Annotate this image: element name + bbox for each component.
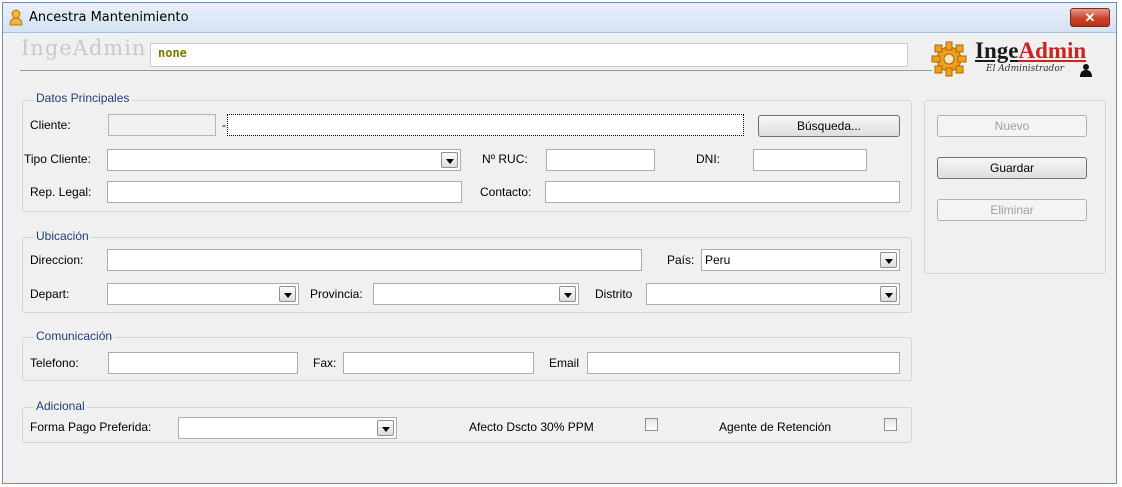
title-bar[interactable]: Ancestra Mantenimiento ✕ [3, 3, 1116, 33]
logo: IngeAdmin [975, 38, 1086, 64]
depart-dropdown[interactable] [107, 283, 299, 305]
fax-field[interactable] [343, 352, 534, 374]
window-title: Ancestra Mantenimiento [29, 10, 189, 25]
email-label: Email [549, 356, 580, 370]
contacto-field[interactable] [545, 181, 900, 203]
forma-pago-dropdown[interactable] [178, 417, 397, 439]
telefono-field[interactable] [108, 352, 298, 374]
distrito-dropdown[interactable] [646, 283, 900, 305]
user-display-field [150, 43, 908, 67]
ruc-label: Nº RUC: [482, 152, 528, 166]
guardar-button[interactable]: Guardar [937, 157, 1087, 179]
pais-value: Peru [705, 253, 731, 267]
comunicacion-legend: Comunicación [34, 329, 115, 343]
cliente-name-field[interactable] [227, 114, 744, 136]
agente-retencion-checkbox[interactable] [884, 418, 897, 431]
telefono-label: Telefono: [30, 356, 79, 370]
chevron-down-icon[interactable] [559, 286, 576, 302]
chevron-down-icon[interactable] [377, 420, 394, 436]
nuevo-button[interactable]: Nuevo [937, 115, 1087, 137]
datos-principales-legend: Datos Principales [34, 91, 132, 105]
contacto-label: Contacto: [480, 185, 532, 199]
agente-label: Agente de Retención [719, 420, 832, 434]
pais-dropdown[interactable]: Peru [701, 249, 900, 271]
provincia-dropdown[interactable] [373, 283, 579, 305]
chevron-down-icon[interactable] [441, 152, 458, 168]
brand-watermark: IngeAdmin [21, 36, 147, 60]
dni-field[interactable] [753, 149, 867, 171]
eliminar-button[interactable]: Eliminar [937, 199, 1087, 221]
dni-label: DNI: [696, 152, 720, 166]
busqueda-button[interactable]: Búsqueda... [758, 115, 900, 137]
cliente-code-field [108, 114, 216, 136]
direccion-field[interactable] [107, 249, 642, 271]
logo-part2: Admin [1018, 38, 1087, 63]
afecto-checkbox[interactable] [645, 418, 658, 431]
logo-subtitle: El Administrador [986, 64, 1065, 74]
user-value: none [158, 46, 187, 60]
forma-pago-label: Forma Pago Preferida: [30, 420, 152, 434]
ruc-field[interactable] [546, 149, 655, 171]
cliente-label: Cliente: [30, 118, 71, 132]
rep-legal-label: Rep. Legal: [30, 185, 92, 199]
logo-part1: Inge [975, 38, 1019, 63]
tipo-cliente-dropdown[interactable] [107, 149, 461, 171]
chevron-down-icon[interactable] [880, 252, 897, 268]
chevron-down-icon[interactable] [880, 286, 897, 302]
depart-label: Depart: [30, 287, 70, 301]
person-silhouette-icon [1080, 64, 1092, 77]
person-icon [9, 9, 23, 26]
close-button[interactable]: ✕ [1070, 8, 1110, 27]
rep-legal-field[interactable] [107, 181, 462, 203]
email-field[interactable] [587, 352, 900, 374]
header-divider [20, 70, 932, 71]
fax-label: Fax: [313, 356, 337, 370]
close-icon: ✕ [1084, 10, 1096, 25]
tipo-cliente-label: Tipo Cliente: [24, 152, 91, 166]
gear-icon [931, 41, 967, 77]
afecto-label: Afecto Dscto 30% PPM [469, 420, 594, 434]
pais-label: País: [667, 253, 695, 267]
ubicacion-legend: Ubicación [34, 229, 91, 243]
cliente-separator: - [222, 118, 226, 132]
distrito-label: Distrito [595, 287, 633, 301]
chevron-down-icon[interactable] [279, 286, 296, 302]
adicional-legend: Adicional [34, 399, 87, 413]
provincia-label: Provincia: [310, 287, 363, 301]
direccion-label: Direccion: [30, 253, 84, 267]
